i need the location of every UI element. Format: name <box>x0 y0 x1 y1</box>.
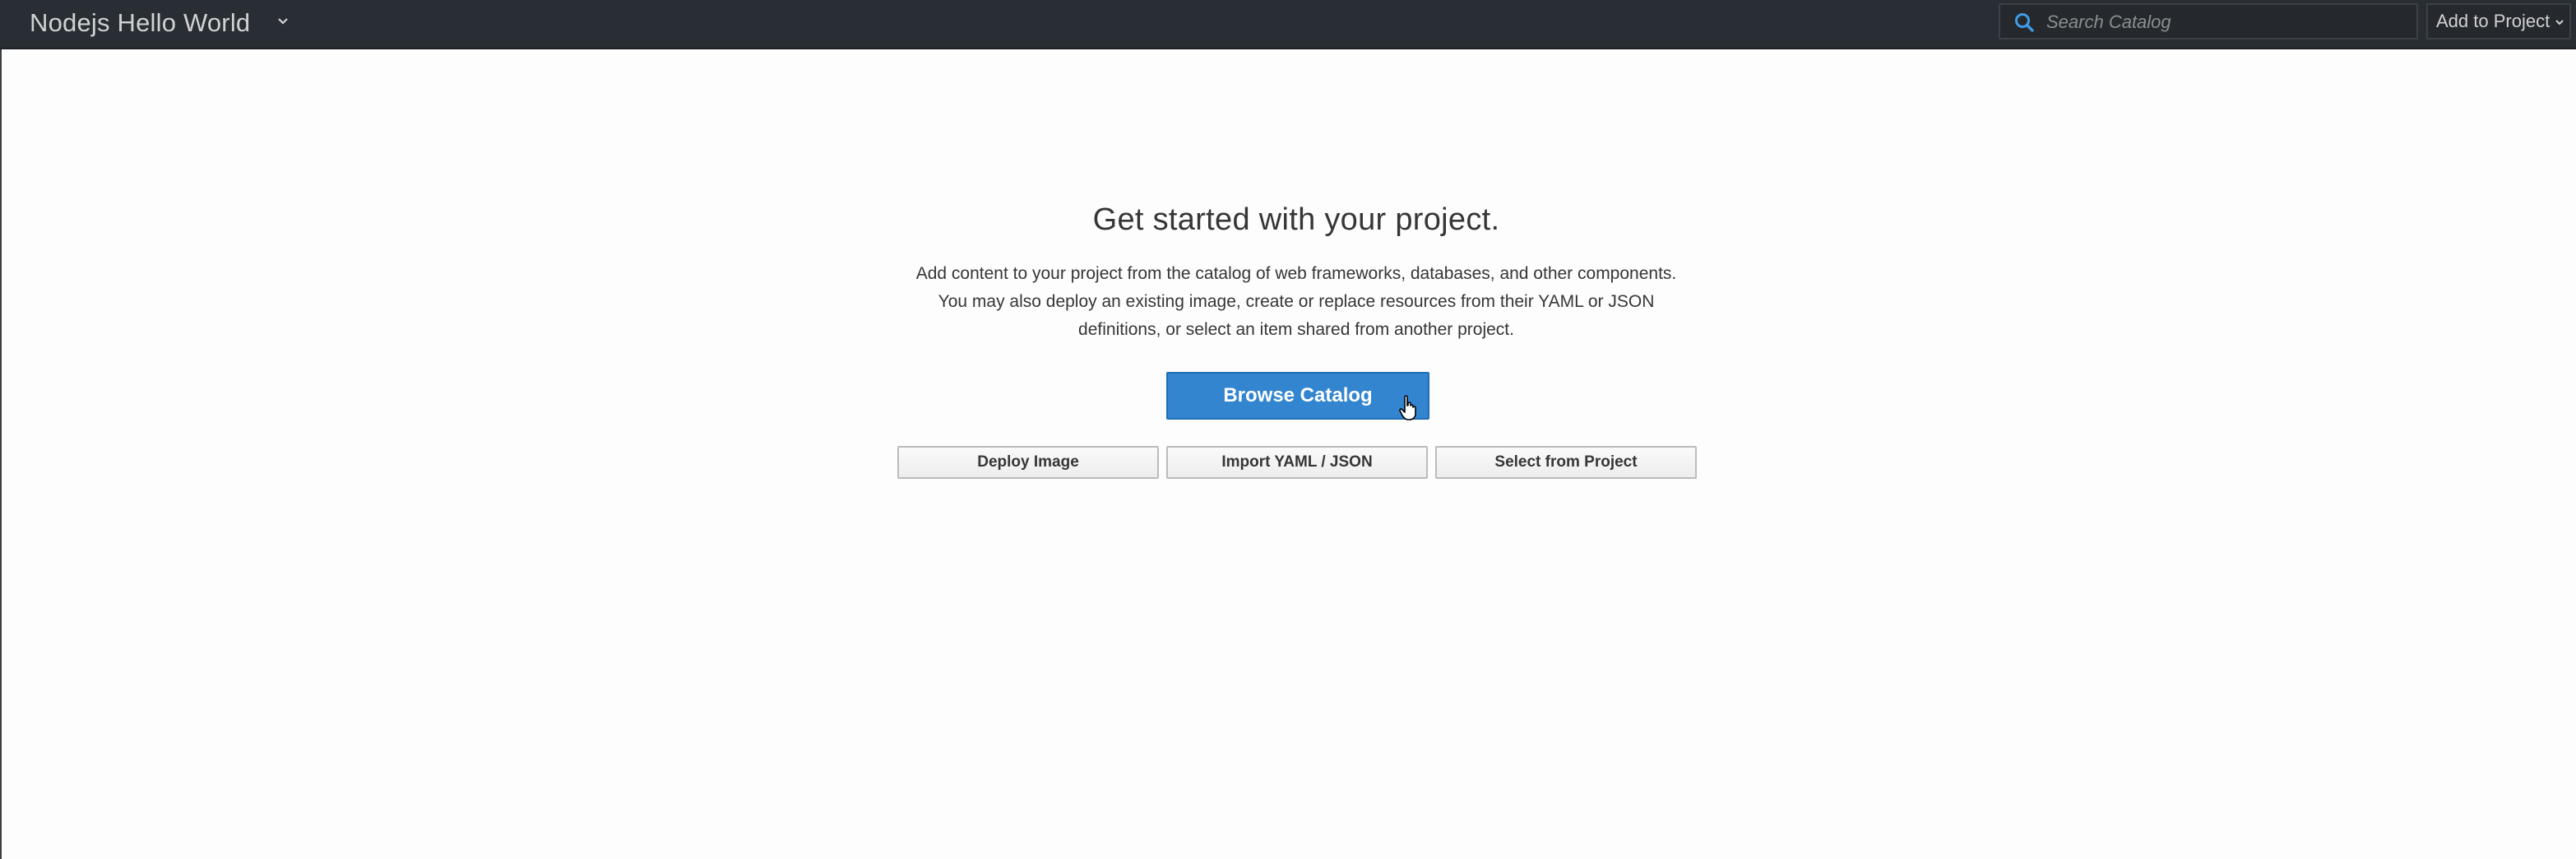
chevron-down-icon[interactable] <box>273 12 293 31</box>
top-navbar: Nodejs Hello World Add to Project <box>0 0 2576 49</box>
add-to-project-button[interactable]: Add to Project <box>2426 3 2571 39</box>
import-yaml-json-button[interactable]: Import YAML / JSON <box>1166 446 1428 479</box>
search-catalog-box[interactable] <box>1999 3 2418 39</box>
chevron-down-icon <box>2555 20 2564 26</box>
select-from-project-button[interactable]: Select from Project <box>1435 446 1697 479</box>
search-input[interactable] <box>2046 8 2408 36</box>
add-to-project-label: Add to Project <box>2436 11 2551 31</box>
deploy-image-button[interactable]: Deploy Image <box>897 446 1159 479</box>
project-name[interactable]: Nodejs Hello World <box>30 7 250 39</box>
search-icon <box>2015 13 2034 32</box>
empty-state-title: Get started with your project. <box>1092 202 1500 237</box>
browse-catalog-button[interactable]: Browse Catalog <box>1166 372 1429 420</box>
hand-cursor-icon <box>1399 395 1416 420</box>
empty-state-description: Add content to your project from the cat… <box>915 264 1677 339</box>
